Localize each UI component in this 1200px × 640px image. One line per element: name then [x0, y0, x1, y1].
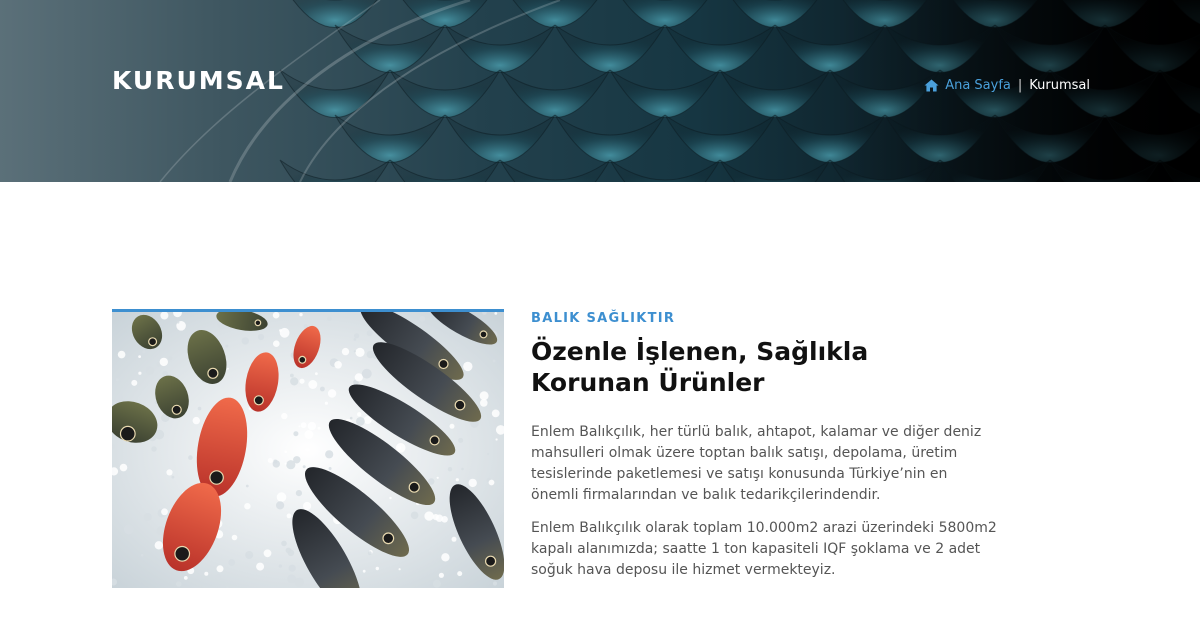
breadcrumb-separator: |	[1017, 78, 1023, 93]
breadcrumb-home-label: Ana Sayfa	[945, 78, 1011, 93]
fish-on-ice-image	[112, 309, 504, 588]
page-hero: KURUMSAL Ana Sayfa | Kurumsal	[0, 0, 1200, 182]
section-eyebrow: BALIK SAĞLIKTIR	[531, 311, 676, 326]
breadcrumb-home-link[interactable]: Ana Sayfa	[924, 78, 1011, 93]
about-text-column: BALIK SAĞLIKTIR Özenle İşlenen, Sağlıkla…	[531, 309, 1001, 581]
page-title: KURUMSAL	[112, 66, 285, 95]
home-icon	[924, 79, 939, 92]
about-paragraph-2: Enlem Balıkçılık olarak toplam 10.000m2 …	[531, 520, 997, 578]
breadcrumb-current: Kurumsal	[1029, 78, 1090, 93]
section-heading: Özenle İşlenen, Sağlıkla Korunan Ürünler	[531, 337, 869, 397]
about-paragraph-1: Enlem Balıkçılık, her türlü balık, ahtap…	[531, 424, 982, 503]
breadcrumb: Ana Sayfa | Kurumsal	[924, 78, 1090, 93]
